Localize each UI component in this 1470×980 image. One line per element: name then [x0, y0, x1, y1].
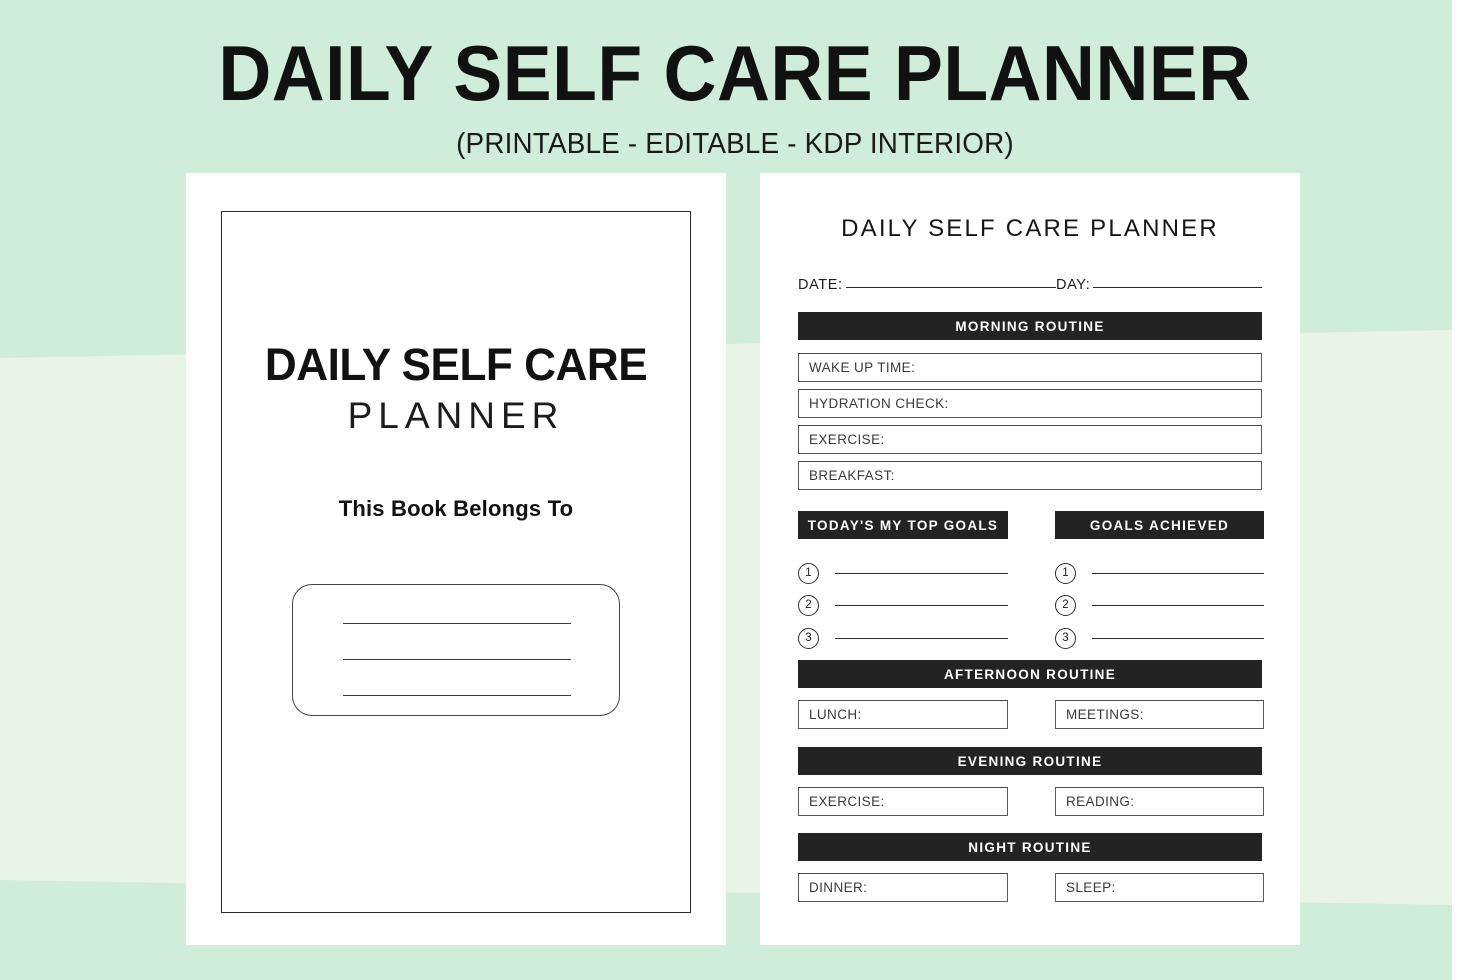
- day-write-line[interactable]: [1093, 287, 1262, 288]
- field-meetings[interactable]: MEETINGS:: [1055, 700, 1264, 729]
- cover-title-line-1: DAILY SELF CARE: [264, 339, 648, 390]
- day-label: DAY:: [1056, 277, 1091, 293]
- field-lunch[interactable]: LUNCH:: [798, 700, 1008, 729]
- top-goal-write-line-1[interactable]: [835, 572, 1008, 574]
- field-reading[interactable]: READING:: [1055, 787, 1264, 816]
- day-field[interactable]: DAY:: [1056, 277, 1262, 293]
- date-field[interactable]: DATE:: [798, 277, 1056, 293]
- cover-border-frame: [221, 211, 691, 913]
- field-breakfast[interactable]: BREAKFAST:: [798, 461, 1262, 490]
- goal-achieved-row-1[interactable]: 1: [1055, 562, 1264, 584]
- field-dinner[interactable]: DINNER:: [798, 873, 1008, 902]
- owner-write-line-3[interactable]: [343, 695, 571, 696]
- date-day-row: DATE: DAY:: [798, 277, 1262, 293]
- top-goal-row-1[interactable]: 1: [798, 562, 1008, 584]
- date-label: DATE:: [798, 277, 843, 293]
- goal-number-badge: 3: [798, 627, 819, 649]
- goal-number-badge: 2: [1055, 594, 1076, 616]
- field-exercise-evening[interactable]: EXERCISE:: [798, 787, 1008, 816]
- poster-header: DAILY SELF CARE PLANNER (PRINTABLE - EDI…: [0, 0, 1470, 161]
- night-routine-heading: NIGHT ROUTINE: [798, 833, 1262, 861]
- page-title: DAILY SELF CARE PLANNER: [218, 29, 1252, 117]
- date-write-line[interactable]: [845, 287, 1056, 288]
- goal-number-badge: 1: [798, 562, 819, 584]
- morning-routine-heading: MORNING ROUTINE: [798, 312, 1262, 340]
- goal-number-badge: 2: [798, 594, 819, 616]
- interior-page: DAILY SELF CARE PLANNER DATE: DAY: MORNI…: [760, 173, 1300, 945]
- cover-text-block: DAILY SELF CARE PLANNER This Book Belong…: [186, 341, 726, 522]
- top-goals-heading: TODAY'S MY TOP GOALS: [798, 511, 1008, 539]
- book-owner-label: This Book Belongs To: [338, 496, 574, 522]
- book-owner-input-box[interactable]: [292, 584, 620, 716]
- afternoon-routine-heading: AFTERNOON ROUTINE: [798, 660, 1262, 688]
- cover-title-line-2: PLANNER: [347, 395, 565, 437]
- goal-achieved-write-line-1[interactable]: [1092, 572, 1264, 574]
- goal-number-badge: 3: [1055, 627, 1076, 649]
- interior-title: DAILY SELF CARE PLANNER: [841, 215, 1219, 242]
- top-goal-write-line-2[interactable]: [835, 604, 1008, 606]
- top-goal-write-line-3[interactable]: [835, 637, 1008, 639]
- goal-achieved-row-3[interactable]: 3: [1055, 627, 1264, 649]
- field-wake-up-time[interactable]: WAKE UP TIME:: [798, 353, 1262, 382]
- cover-page: DAILY SELF CARE PLANNER This Book Belong…: [186, 173, 726, 945]
- page-subtitle: (PRINTABLE - EDITABLE - KDP INTERIOR): [456, 128, 1014, 160]
- goal-number-badge: 1: [1055, 562, 1076, 584]
- field-exercise-morning[interactable]: EXERCISE:: [798, 425, 1262, 454]
- goal-achieved-row-2[interactable]: 2: [1055, 594, 1264, 616]
- goal-achieved-write-line-3[interactable]: [1092, 637, 1264, 639]
- field-sleep[interactable]: SLEEP:: [1055, 873, 1264, 902]
- field-hydration-check[interactable]: HYDRATION CHECK:: [798, 389, 1262, 418]
- top-goal-row-2[interactable]: 2: [798, 594, 1008, 616]
- goal-achieved-write-line-2[interactable]: [1092, 604, 1264, 606]
- owner-write-line-1[interactable]: [343, 623, 571, 624]
- owner-write-line-2[interactable]: [343, 659, 571, 660]
- evening-routine-heading: EVENING ROUTINE: [798, 747, 1262, 775]
- top-goal-row-3[interactable]: 3: [798, 627, 1008, 649]
- goals-achieved-heading: GOALS ACHIEVED: [1055, 511, 1264, 539]
